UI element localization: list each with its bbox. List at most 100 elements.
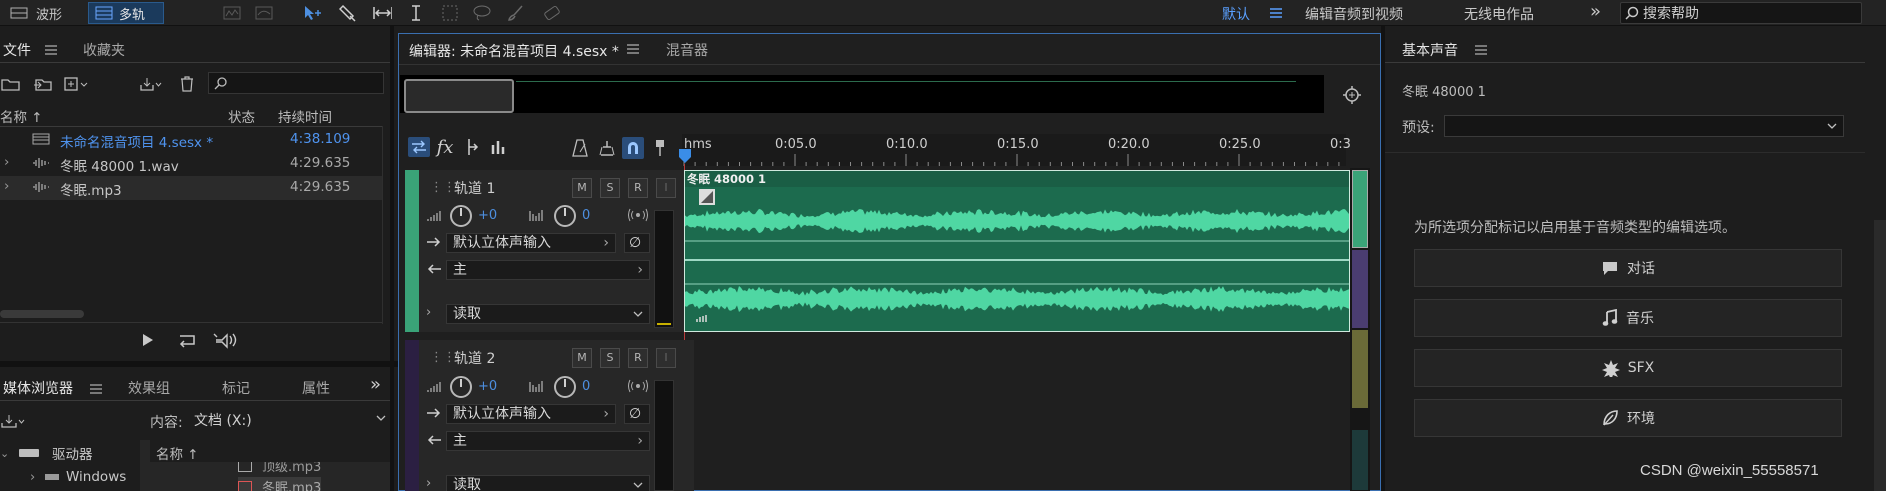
magnet-snap-icon[interactable] — [622, 137, 644, 159]
volume-value[interactable]: +0 — [478, 208, 497, 223]
play-icon[interactable] — [140, 332, 156, 348]
tab-properties[interactable]: 属性 — [302, 378, 330, 398]
phase-invert-icon[interactable]: ∅ — [624, 404, 650, 424]
list-item[interactable]: 冬眠.mp3 — [238, 477, 322, 491]
workspace-default[interactable]: 默认 — [1222, 4, 1250, 24]
file-row-wav[interactable]: › 冬眠 48000 1.wav 4:29.635 — [0, 152, 382, 176]
automation-mode-select[interactable]: 读取 — [446, 304, 650, 324]
track-input-select[interactable]: 默认立体声输入 › — [446, 233, 616, 253]
metronome-icon[interactable] — [570, 138, 590, 158]
zoom-icon[interactable] — [1340, 84, 1366, 108]
lasso-icon[interactable] — [472, 3, 492, 23]
volume-value[interactable]: +0 — [478, 379, 497, 394]
record-arm-button[interactable]: R — [628, 178, 648, 198]
stereo-width-icon[interactable] — [628, 379, 648, 393]
mute-button[interactable]: M — [572, 178, 592, 198]
track-output-select[interactable]: 主 › — [446, 431, 650, 451]
pan-knob[interactable] — [554, 376, 576, 398]
grip-icon[interactable]: ⋮⋮ — [430, 350, 456, 365]
expand-chevron-icon[interactable]: › — [426, 305, 431, 320]
solo-button[interactable]: S — [600, 178, 620, 198]
tree-drives[interactable]: ⌄ 驱动器 — [0, 443, 140, 464]
razor-tool-icon[interactable] — [338, 3, 358, 23]
col-duration-header[interactable]: 持续时间 — [278, 106, 332, 126]
panel-menu-icon[interactable] — [1474, 43, 1488, 57]
time-ruler[interactable]: hms 0:05.0 0:10.0 0:15.0 0:20.0 0:25.0 0… — [682, 134, 1351, 166]
sends-icon[interactable] — [462, 137, 482, 157]
snap-icon[interactable] — [596, 138, 618, 158]
zoom-navigator[interactable] — [400, 75, 1324, 113]
sfx-button[interactable]: SFX — [1414, 349, 1842, 387]
ambience-button[interactable]: 环境 — [1414, 399, 1842, 437]
tab-media-browser[interactable]: 媒体浏览器 — [3, 378, 73, 398]
spectral-pitch-icon[interactable] — [254, 3, 274, 23]
files-scrollbar[interactable] — [0, 310, 84, 318]
pan-value[interactable]: 0 — [582, 379, 590, 394]
col-name-header[interactable]: 名称 ↑ — [0, 106, 43, 126]
track-name[interactable]: 轨道 1 — [454, 178, 495, 198]
auto-play-speaker-icon[interactable] — [212, 331, 240, 349]
music-button[interactable]: 音乐 — [1414, 299, 1842, 337]
spot-healing-icon[interactable] — [542, 3, 562, 23]
workspace-radio-production[interactable]: 无线电作品 — [1464, 4, 1534, 24]
tab-files[interactable]: 文件 — [3, 40, 31, 60]
loop-icon[interactable] — [178, 332, 198, 348]
tree-windows-drive[interactable]: › Windows — [30, 467, 140, 487]
media-col-name-header[interactable]: 名称 ↑ — [156, 443, 199, 463]
solo-button[interactable]: S — [600, 348, 620, 368]
navigator-viewport[interactable] — [404, 79, 514, 113]
import-media-icon[interactable] — [0, 412, 26, 430]
file-row-session[interactable]: 未命名混音项目 4.sesx * 4:38.109 — [0, 128, 382, 152]
move-tool-icon[interactable] — [302, 3, 322, 23]
insert-into-multitrack-icon[interactable] — [138, 75, 162, 93]
playhead-handle[interactable] — [678, 148, 692, 164]
monitor-input-button[interactable]: I — [656, 178, 676, 198]
multitrack-view-button[interactable]: 多轨 — [88, 2, 164, 24]
tab-markers[interactable]: 标记 — [222, 378, 250, 398]
dialogue-button[interactable]: 对话 — [1414, 249, 1842, 287]
track-input-select[interactable]: 默认立体声输入 › — [446, 404, 616, 424]
brush-icon[interactable] — [506, 3, 526, 23]
panel-menu-icon[interactable] — [89, 382, 103, 396]
import-file-icon[interactable] — [32, 75, 54, 93]
tab-favorites[interactable]: 收藏夹 — [83, 40, 125, 60]
workspace-edit-audio-to-video[interactable]: 编辑音频到视频 — [1305, 4, 1403, 24]
eq-icon[interactable] — [488, 137, 508, 157]
more-panels-icon[interactable]: » — [370, 374, 381, 395]
track-name[interactable]: 轨道 2 — [454, 348, 495, 368]
slip-tool-icon[interactable] — [372, 3, 392, 23]
essential-sound-title[interactable]: 基本声音 — [1402, 40, 1458, 60]
trash-icon[interactable] — [178, 75, 196, 93]
grip-icon[interactable]: ⋮⋮ — [430, 180, 456, 195]
effects-icon[interactable]: fx — [434, 136, 456, 158]
expand-chevron-icon[interactable]: › — [426, 476, 431, 491]
expand-chevron-icon[interactable]: › — [4, 154, 9, 170]
track-output-select[interactable]: 主 › — [446, 260, 650, 280]
list-item[interactable]: 顶级.mp3 — [238, 462, 321, 475]
record-arm-button[interactable]: R — [628, 348, 648, 368]
time-selection-icon[interactable] — [406, 3, 426, 23]
audio-clip[interactable]: 冬眠 48000 1 — [684, 170, 1350, 332]
open-folder-icon[interactable] — [0, 75, 22, 93]
panel-menu-icon[interactable] — [627, 44, 639, 54]
content-dropdown[interactable]: 文档 (X:) — [194, 409, 390, 431]
more-workspaces-icon[interactable]: » — [1590, 1, 1601, 22]
marquee-icon[interactable] — [440, 3, 460, 23]
phase-invert-icon[interactable]: ∅ — [624, 233, 650, 253]
files-search-field[interactable] — [208, 72, 384, 94]
pan-value[interactable]: 0 — [582, 208, 590, 223]
tree-splitter[interactable] — [140, 440, 150, 491]
file-row-mp3[interactable]: › 冬眠.mp3 4:29.635 — [0, 176, 382, 200]
pan-knob[interactable] — [554, 205, 576, 227]
automation-mode-select[interactable]: 读取 — [446, 475, 650, 491]
col-status-header[interactable]: 状态 — [228, 106, 255, 126]
new-file-icon[interactable] — [64, 75, 88, 93]
waveform-view-button[interactable]: 波形 — [8, 2, 80, 24]
tab-editor[interactable]: 编辑器: 未命名混音项目 4.sesx * — [399, 34, 655, 64]
track-vertical-scrollbar[interactable] — [1350, 168, 1370, 491]
panel-menu-icon[interactable] — [44, 43, 58, 57]
volume-knob[interactable] — [450, 205, 472, 227]
mute-button[interactable]: M — [572, 348, 592, 368]
marker-pin-icon[interactable] — [650, 138, 670, 158]
volume-knob[interactable] — [450, 376, 472, 398]
